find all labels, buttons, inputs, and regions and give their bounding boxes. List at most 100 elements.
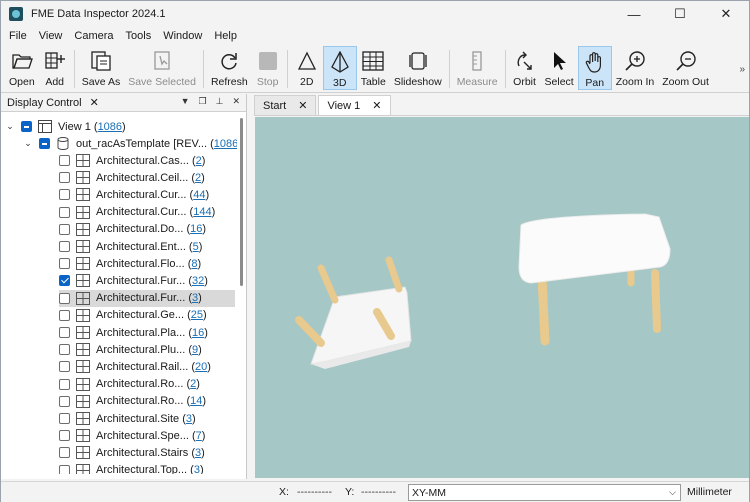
feature-type-checkbox[interactable] [59, 275, 70, 287]
feature-type-checkbox[interactable] [59, 155, 70, 166]
scrollbar-thumb[interactable] [240, 118, 243, 286]
menu-window[interactable]: Window [157, 30, 208, 42]
panel-close-icon[interactable]: ✕ [232, 96, 240, 107]
slideshow-button[interactable]: Slideshow [390, 46, 446, 90]
feature-type-row[interactable]: Architectural.Ro... (14) [59, 393, 206, 410]
feature-type-checkbox[interactable] [59, 206, 70, 218]
feature-type-checkbox[interactable] [59, 395, 70, 407]
close-window-button[interactable]: ✕ [703, 1, 749, 27]
feature-type-count-link[interactable]: 32 [192, 275, 204, 287]
feature-type-count-link[interactable]: 20 [195, 361, 207, 373]
feature-type-checkbox[interactable] [59, 378, 70, 390]
feature-type-checkbox[interactable] [59, 464, 70, 474]
tab-start-close-icon[interactable]: ✕ [298, 99, 307, 112]
view-count-link[interactable]: 1086 [98, 121, 122, 133]
feature-type-count-link[interactable]: 5 [193, 241, 199, 253]
zoom-in-button[interactable]: Zoom In [612, 46, 659, 90]
display-control-tab[interactable]: Display Control ✕ [7, 96, 99, 110]
feature-type-checkbox[interactable] [59, 223, 70, 235]
menu-help[interactable]: Help [208, 30, 243, 42]
feature-type-row[interactable]: Architectural.Fur... (3) [59, 289, 235, 307]
feature-type-row[interactable]: Architectural.Ceil... (2) [59, 169, 205, 186]
save-selected-button[interactable]: Save Selected [124, 46, 200, 90]
feature-type-row[interactable]: Architectural.Cas... (2) [59, 152, 205, 169]
feature-type-checkbox[interactable] [59, 361, 70, 373]
dataset-checkbox[interactable] [39, 138, 50, 149]
feature-type-count-link[interactable]: 3 [192, 292, 198, 304]
feature-type-count-link[interactable]: 9 [192, 344, 198, 356]
tab-view-1-close-icon[interactable]: ✕ [372, 99, 381, 112]
feature-type-row[interactable]: Architectural.Rail... (20) [59, 358, 211, 375]
feature-type-row[interactable]: Architectural.Top... (3) [59, 462, 204, 474]
feature-type-row[interactable]: Architectural.Do... (16) [59, 221, 206, 238]
select-button[interactable]: Select [541, 46, 578, 90]
feature-type-count-link[interactable]: 14 [190, 395, 202, 407]
feature-type-count-link[interactable]: 3 [195, 447, 201, 459]
feature-type-row[interactable]: Architectural.Site (3) [59, 410, 196, 427]
feature-type-checkbox[interactable] [59, 327, 70, 338]
coordinate-system-select[interactable]: XY-MM ⌵ [408, 484, 681, 501]
table-model-upright[interactable] [518, 213, 671, 346]
feature-type-row[interactable]: Architectural.Ro... (2) [59, 376, 200, 393]
feature-type-count-link[interactable]: 3 [186, 413, 192, 425]
panel-pin-icon[interactable]: ⊥ [216, 96, 224, 107]
panel-menu-arrow-icon[interactable]: ▼ [181, 96, 190, 107]
refresh-button[interactable]: Refresh [207, 46, 252, 90]
feature-type-count-link[interactable]: 16 [192, 327, 204, 339]
menu-camera[interactable]: Camera [68, 30, 119, 42]
zoom-out-button[interactable]: Zoom Out [658, 46, 713, 90]
expand-chevron-icon[interactable]: ⌄ [23, 138, 33, 149]
feature-type-count-link[interactable]: 2 [195, 172, 201, 184]
menu-file[interactable]: File [3, 30, 33, 42]
expand-chevron-icon[interactable]: ⌄ [5, 121, 15, 132]
orbit-button[interactable]: Orbit [509, 46, 541, 90]
feature-type-row[interactable]: Architectural.Cur... (144) [59, 204, 215, 221]
3d-scene[interactable] [255, 117, 749, 478]
tree-dataset[interactable]: ⌄ out_racAsTemplate [REV... (1086) [23, 135, 237, 152]
feature-type-count-link[interactable]: 2 [196, 155, 202, 167]
feature-type-row[interactable]: Architectural.Ge... (25) [59, 307, 207, 324]
tree-scrollbar[interactable] [239, 114, 245, 474]
feature-type-checkbox[interactable] [59, 258, 70, 270]
panel-float-icon[interactable]: ❐ [199, 96, 207, 107]
dataset-count-link[interactable]: 1086 [214, 138, 237, 150]
view-checkbox[interactable] [21, 121, 32, 132]
menu-view[interactable]: View [33, 30, 69, 42]
feature-type-count-link[interactable]: 2 [190, 378, 196, 390]
feature-type-row[interactable]: Architectural.Stairs (3) [59, 444, 205, 461]
feature-type-count-link[interactable]: 44 [193, 189, 205, 201]
feature-type-checkbox[interactable] [59, 447, 70, 459]
add-button[interactable]: Add [39, 46, 71, 90]
feature-type-row[interactable]: Architectural.Pla... (16) [59, 324, 208, 341]
feature-type-count-link[interactable]: 25 [191, 309, 203, 321]
tab-view-1[interactable]: View 1 ✕ [318, 95, 391, 115]
display-control-close-icon[interactable]: ✕ [90, 96, 99, 109]
menu-tools[interactable]: Tools [120, 30, 158, 42]
feature-type-checkbox[interactable] [59, 241, 70, 252]
feature-type-count-link[interactable]: 8 [191, 258, 197, 270]
toolbar-overflow-button[interactable]: » [739, 64, 745, 75]
feature-type-count-link[interactable]: 3 [194, 464, 200, 474]
feature-type-row[interactable]: Architectural.Fur... (32) [59, 272, 208, 289]
tree-root-view[interactable]: ⌄ View 1 (1086) [5, 118, 126, 135]
feature-type-checkbox[interactable] [59, 430, 70, 442]
maximize-button[interactable]: ☐ [657, 1, 703, 27]
feature-type-checkbox[interactable] [59, 189, 70, 201]
feature-type-row[interactable]: Architectural.Ent... (5) [59, 238, 202, 255]
feature-type-count-link[interactable]: 16 [190, 223, 202, 235]
stop-button[interactable]: Stop [252, 46, 284, 90]
feature-type-row[interactable]: Architectural.Plu... (9) [59, 341, 202, 358]
feature-type-row[interactable]: Architectural.Spe... (7) [59, 427, 205, 444]
pan-button[interactable]: Pan [577, 46, 612, 90]
tab-start[interactable]: Start ✕ [254, 95, 317, 115]
table-button[interactable]: Table [357, 46, 390, 90]
feature-type-checkbox[interactable] [59, 309, 70, 321]
save-as-button[interactable]: Save As [78, 46, 125, 90]
feature-type-checkbox[interactable] [59, 413, 70, 424]
feature-type-checkbox[interactable] [59, 344, 70, 356]
feature-type-checkbox[interactable] [59, 172, 70, 184]
feature-type-count-link[interactable]: 144 [193, 206, 211, 218]
minimize-button[interactable]: — [611, 1, 657, 27]
feature-type-count-link[interactable]: 7 [196, 430, 202, 442]
measure-button[interactable]: Measure [453, 46, 502, 90]
